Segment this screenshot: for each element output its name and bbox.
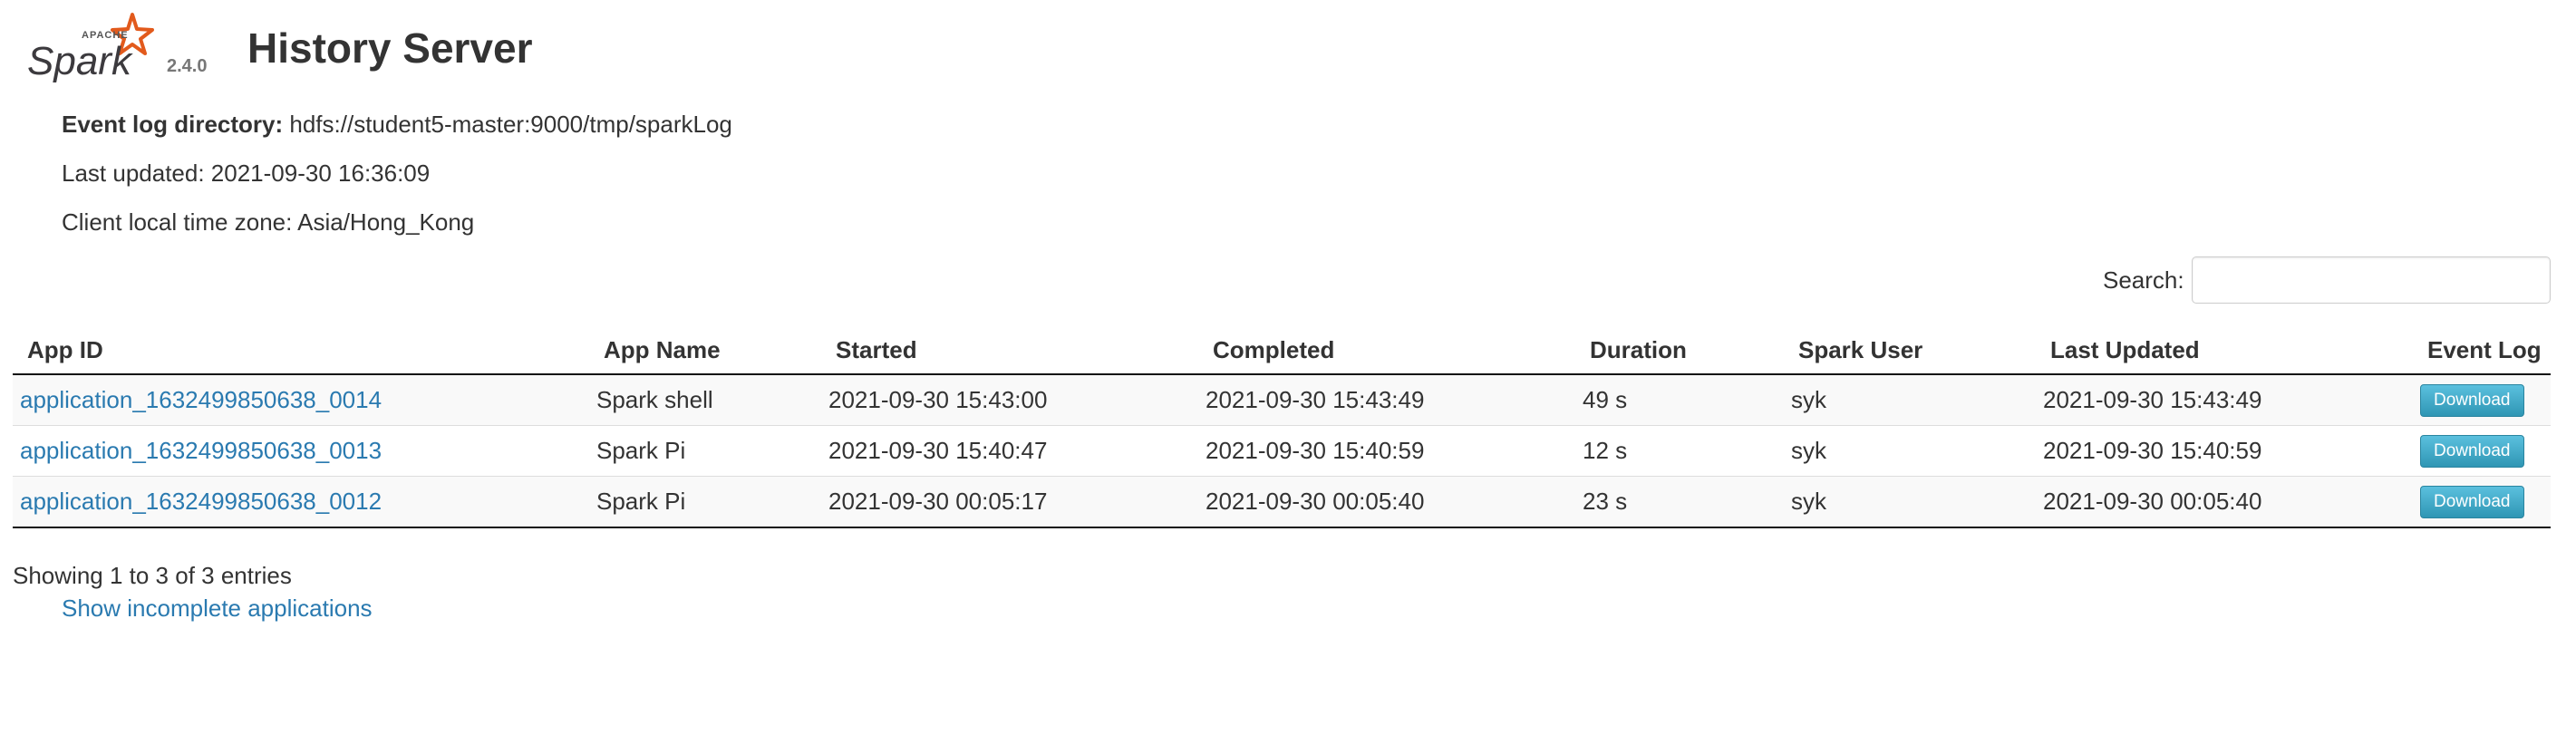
started-cell: 2021-09-30 15:40:47: [821, 425, 1198, 477]
app-id-link[interactable]: application_1632499850638_0012: [20, 488, 382, 515]
event-log-value: hdfs://student5-master:9000/tmp/sparkLog: [289, 111, 732, 138]
column-header-app-id[interactable]: App ID: [13, 326, 589, 375]
entries-count-text: Showing 1 to 3 of 3 entries: [13, 562, 292, 589]
event-log-directory: Event log directory: hdfs://student5-mas…: [62, 111, 732, 139]
table-header-row: App ID App Name Started Completed Durati…: [13, 326, 2551, 375]
app-id-link[interactable]: application_1632499850638_0014: [20, 386, 382, 413]
last-updated-cell: 2021-09-30 00:05:40: [2036, 476, 2413, 528]
app-id-cell: application_1632499850638_0013: [13, 425, 589, 477]
user-cell: syk: [1784, 476, 2036, 528]
duration-cell: 49 s: [1575, 374, 1784, 426]
user-cell: syk: [1784, 374, 2036, 426]
table-row: application_1632499850638_0013 Spark Pi …: [13, 425, 2551, 477]
completed-cell: 2021-09-30 15:43:49: [1198, 374, 1575, 426]
app-id-cell: application_1632499850638_0012: [13, 476, 589, 528]
completed-cell: 2021-09-30 15:40:59: [1198, 425, 1575, 477]
last-updated-cell: 2021-09-30 15:40:59: [2036, 425, 2413, 477]
column-header-last-updated[interactable]: Last Updated: [2036, 326, 2413, 375]
spark-logo[interactable]: APACHE Spark: [25, 11, 161, 83]
app-id-cell: application_1632499850638_0014: [13, 374, 589, 426]
search-label: Search:: [2103, 266, 2184, 294]
duration-cell: 23 s: [1575, 476, 1784, 528]
column-header-spark-user[interactable]: Spark User: [1784, 326, 2036, 375]
column-header-app-name[interactable]: App Name: [589, 326, 821, 375]
applications-table: App ID App Name Started Completed Durati…: [13, 326, 2551, 528]
user-cell: syk: [1784, 425, 2036, 477]
app-name-cell: Spark Pi: [589, 425, 821, 477]
spark-text: Spark: [27, 39, 133, 83]
column-header-event-log[interactable]: Event Log: [2413, 326, 2551, 375]
last-updated-text: Last updated: 2021-09-30 16:36:09: [62, 160, 431, 187]
completed-cell: 2021-09-30 00:05:40: [1198, 476, 1575, 528]
app-name-cell: Spark Pi: [589, 476, 821, 528]
event-log-cell: Download: [2413, 374, 2551, 426]
download-button[interactable]: Download: [2420, 435, 2524, 468]
column-header-duration[interactable]: Duration: [1575, 326, 1784, 375]
download-button[interactable]: Download: [2420, 384, 2524, 417]
column-header-completed[interactable]: Completed: [1198, 326, 1575, 375]
last-updated-cell: 2021-09-30 15:43:49: [2036, 374, 2413, 426]
version-label: 2.4.0: [167, 56, 208, 76]
event-log-cell: Download: [2413, 476, 2551, 528]
duration-cell: 12 s: [1575, 425, 1784, 477]
app-name-cell: Spark shell: [589, 374, 821, 426]
show-incomplete-applications-link[interactable]: Show incomplete applications: [62, 594, 373, 623]
table-row: application_1632499850638_0012 Spark Pi …: [13, 476, 2551, 528]
search-input[interactable]: [2192, 256, 2551, 304]
started-cell: 2021-09-30 00:05:17: [821, 476, 1198, 528]
spark-logo-icon: APACHE Spark: [27, 13, 154, 83]
page-title: History Server: [247, 24, 533, 72]
event-log-cell: Download: [2413, 425, 2551, 477]
download-button[interactable]: Download: [2420, 486, 2524, 518]
timezone-text: Client local time zone: Asia/Hong_Kong: [62, 208, 475, 236]
started-cell: 2021-09-30 15:43:00: [821, 374, 1198, 426]
column-header-started[interactable]: Started: [821, 326, 1198, 375]
table-row: application_1632499850638_0014 Spark she…: [13, 374, 2551, 426]
app-id-link[interactable]: application_1632499850638_0013: [20, 437, 382, 464]
event-log-label: Event log directory:: [62, 111, 284, 138]
page-header: APACHE Spark 2.4.0 History Server: [25, 11, 660, 83]
